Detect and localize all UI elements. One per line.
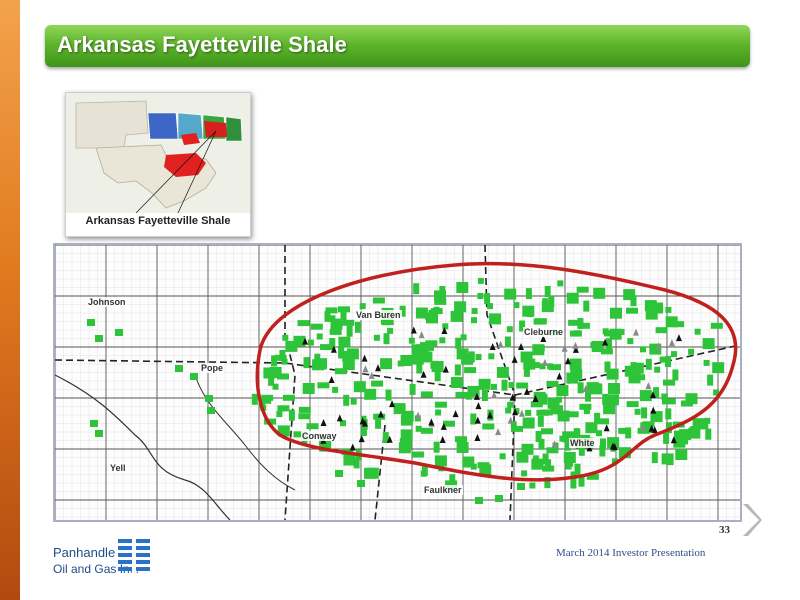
slide-title: Arkansas Fayetteville Shale xyxy=(57,32,347,57)
county-label-johnson: Johnson xyxy=(87,297,127,307)
acreage-map: Johnson Van Buren Cleburne Pope Conway W… xyxy=(53,243,742,522)
county-label-cleburne: Cleburne xyxy=(523,327,565,337)
next-slide-chevron-icon[interactable] xyxy=(740,502,762,538)
county-label-pope: Pope xyxy=(200,363,225,373)
locator-inset-map: Arkansas Fayetteville Shale xyxy=(65,92,251,237)
county-label-yell: Yell xyxy=(109,463,127,473)
inset-caption: Arkansas Fayetteville Shale xyxy=(85,215,231,227)
locator-map-graphic xyxy=(66,93,250,213)
orange-side-bar xyxy=(0,0,20,600)
county-label-faulkner: Faulkner xyxy=(423,485,463,495)
county-label-white: White xyxy=(569,438,596,448)
footer-text: March 2014 Investor Presentation xyxy=(556,547,706,559)
panhandle-logo-icon xyxy=(118,537,150,577)
county-label-van-buren: Van Buren xyxy=(355,310,402,320)
acreage-map-graphic xyxy=(55,245,740,520)
county-label-conway: Conway xyxy=(301,431,338,441)
page-number: 33 xyxy=(719,524,730,536)
title-bar: Arkansas Fayetteville Shale xyxy=(45,25,750,67)
